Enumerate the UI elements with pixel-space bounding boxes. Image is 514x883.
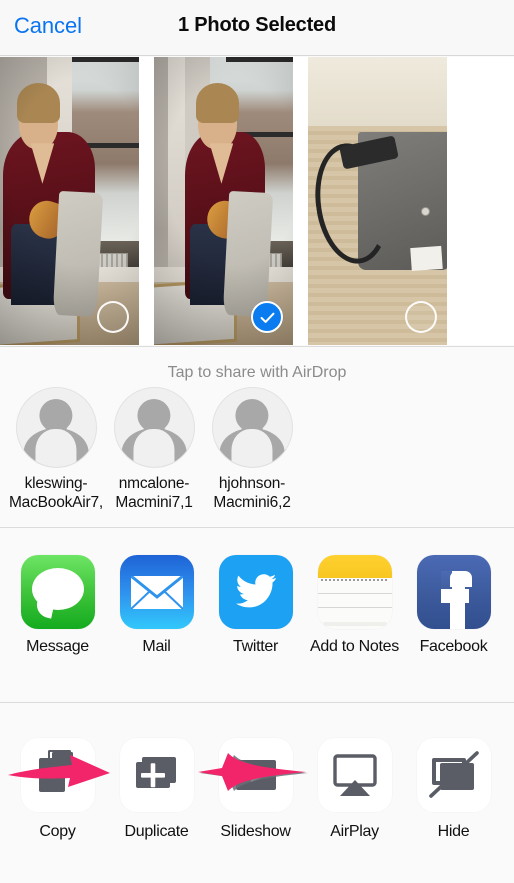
facebook-f-icon [416, 555, 491, 629]
duplicate-plus-icon [119, 738, 194, 812]
share-sheet: Cancel 1 Photo Selected Tap to share wit… [0, 0, 514, 883]
airdrop-contact-label: hjohnson-Macmini6,2 [213, 475, 291, 511]
page-title: 1 Photo Selected [178, 14, 336, 36]
airdrop-contact-label: kleswing-MacBookAir7, [8, 475, 104, 511]
app-label: Facebook [419, 638, 488, 655]
header-bar: Cancel 1 Photo Selected [0, 0, 514, 56]
share-target-twitter[interactable]: Twitter [206, 555, 305, 656]
airdrop-contact[interactable]: hjohnson-Macmini6,2 [203, 387, 301, 513]
action-label: Hide [437, 823, 470, 840]
notes-icon [317, 555, 392, 629]
person-avatar-icon [211, 387, 293, 468]
airdrop-contact-label: nmcalone-Macmini7,1 [115, 475, 193, 511]
checkmark-icon [260, 312, 274, 323]
airdrop-contact[interactable]: nmcalone-Macmini7,1 [105, 387, 203, 513]
action-airplay[interactable]: AirPlay [305, 738, 404, 841]
app-label: Add to Notes [310, 638, 399, 655]
mail-envelope-icon [119, 555, 194, 629]
app-label: Message [26, 638, 89, 655]
airdrop-contact[interactable]: kleswing-MacBookAir7, [7, 387, 105, 513]
app-label: Twitter [232, 638, 279, 655]
photo-strip[interactable] [0, 57, 514, 345]
action-list: Copy Duplicate Slideshow AirPlay Hide [8, 738, 514, 841]
copy-icon [20, 738, 95, 812]
photo-select-badge-3[interactable] [405, 301, 437, 333]
share-target-instagram[interactable]: In [503, 555, 514, 656]
photo-thumbnail-2[interactable] [154, 57, 293, 345]
action-label: AirPlay [330, 823, 379, 840]
action-label: Copy [39, 823, 76, 840]
app-share-row: Message Mail Twitter Add to Notes Facebo… [0, 527, 514, 688]
action-more[interactable] [503, 738, 514, 841]
share-target-mail[interactable]: Mail [107, 555, 206, 656]
photo-thumbnail-3[interactable] [308, 57, 447, 345]
app-list: Message Mail Twitter Add to Notes Facebo… [8, 555, 514, 656]
airdrop-contact-list: kleswing-MacBookAir7, nmcalone-Macmini7,… [7, 387, 301, 513]
app-label: Mail [142, 638, 171, 655]
action-label: Slideshow [220, 823, 291, 840]
action-label: Duplicate [124, 823, 189, 840]
slideshow-icon [218, 738, 293, 812]
share-target-notes[interactable]: Add to Notes [305, 555, 404, 656]
airdrop-hint: Tap to share with AirDrop [167, 364, 347, 381]
airplay-icon [317, 738, 392, 812]
airdrop-section: Tap to share with AirDrop kleswing-MacBo… [0, 346, 514, 526]
action-slideshow[interactable]: Slideshow [206, 738, 305, 841]
share-target-facebook[interactable]: Facebook [404, 555, 503, 656]
person-avatar-icon [113, 387, 195, 468]
photo-thumbnail-1[interactable] [0, 57, 139, 345]
action-duplicate[interactable]: Duplicate [107, 738, 206, 841]
person-avatar-icon [15, 387, 97, 468]
action-row: Copy Duplicate Slideshow AirPlay Hide [0, 702, 514, 883]
action-hide[interactable]: Hide [404, 738, 503, 841]
photo-select-badge-1[interactable] [97, 301, 129, 333]
action-copy[interactable]: Copy [8, 738, 107, 841]
hide-slash-icon [416, 738, 491, 812]
photo-select-badge-2[interactable] [251, 301, 283, 333]
twitter-bird-icon [218, 555, 293, 629]
message-bubble-icon [20, 555, 95, 629]
share-target-message[interactable]: Message [8, 555, 107, 656]
